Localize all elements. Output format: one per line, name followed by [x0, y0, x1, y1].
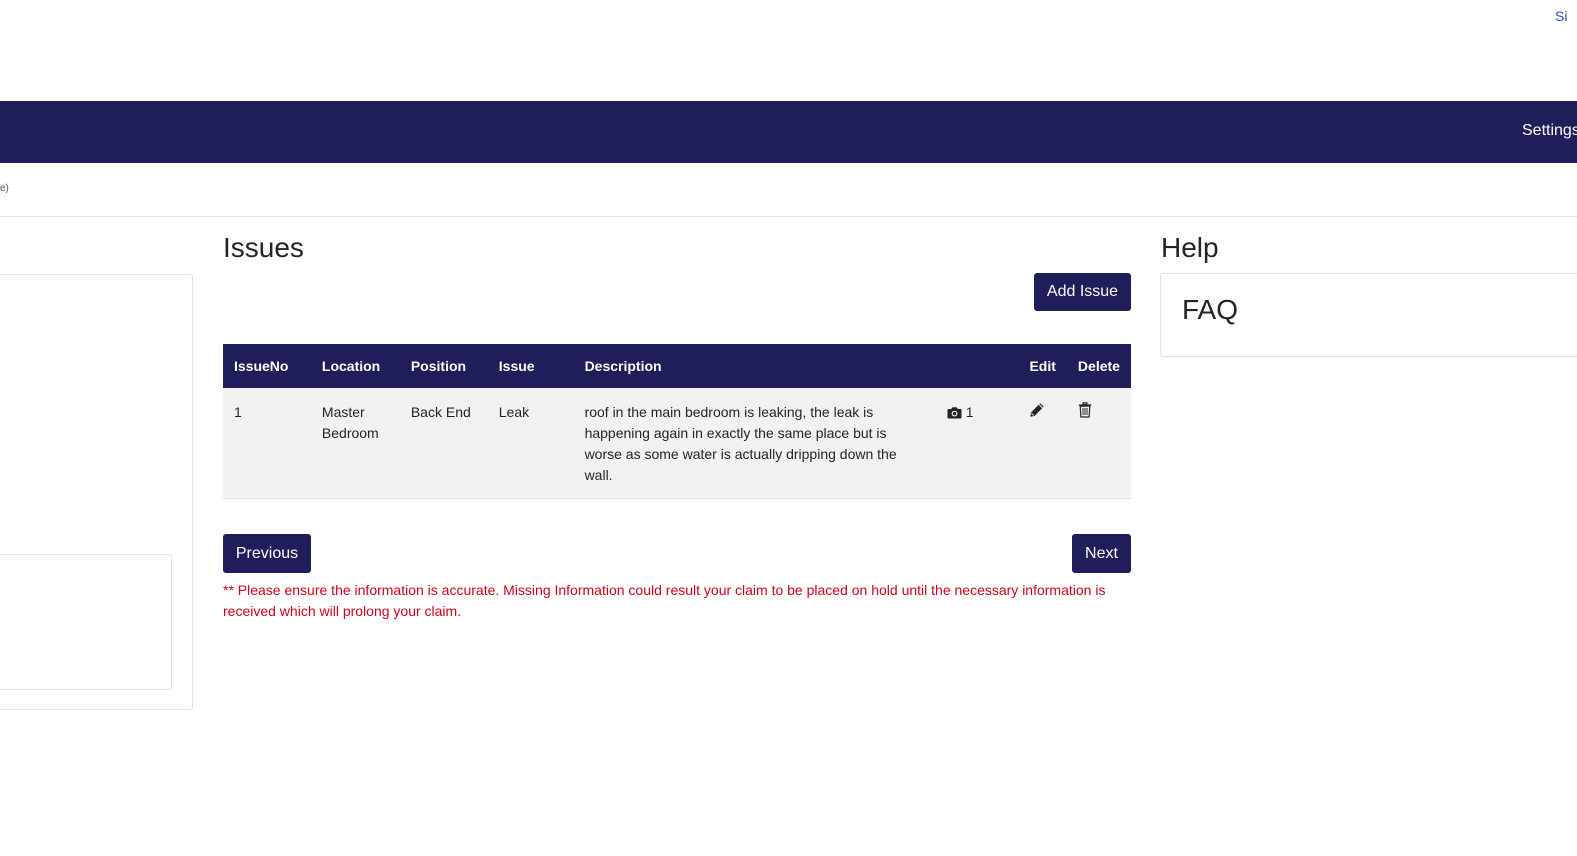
table-row: 1 Master Bedroom Back End Leak roof in t… — [223, 388, 1131, 499]
column-header-delete: Delete — [1077, 358, 1120, 374]
pencil-icon[interactable] — [1029, 402, 1045, 424]
help-panel: FAQ — [1160, 273, 1577, 357]
subheader-text-fragment: e) — [0, 183, 9, 194]
help-heading: Help — [1161, 232, 1219, 263]
issue-type-cell: Leak — [498, 404, 530, 420]
previous-button[interactable]: Previous — [223, 534, 311, 573]
add-issue-button[interactable]: Add Issue — [1034, 273, 1131, 311]
accuracy-notice: ** Please ensure the information is accu… — [223, 582, 1106, 619]
left-inner-box — [0, 554, 172, 690]
issue-delete-cell — [1067, 388, 1131, 499]
column-header-issueno: IssueNo — [234, 358, 289, 374]
next-button[interactable]: Next — [1072, 534, 1131, 573]
nav-settings-link[interactable]: Settings — [1522, 122, 1577, 140]
issue-number-cell: 1 — [234, 404, 242, 420]
column-header-location: Location — [321, 358, 381, 374]
main-navbar: Settings — [0, 101, 1577, 163]
issues-table: IssueNo Location Position Issue Descript… — [223, 344, 1131, 499]
issue-photos-cell[interactable]: 1 — [936, 388, 1019, 499]
top-right-link[interactable]: Si — [1555, 8, 1567, 24]
header-divider — [0, 216, 1577, 217]
column-header-issue: Issue — [498, 358, 535, 374]
issues-heading: Issues — [223, 232, 304, 263]
table-header-row: IssueNo Location Position Issue Descript… — [223, 344, 1131, 388]
faq-heading[interactable]: FAQ — [1182, 294, 1238, 326]
photo-count: 1 — [965, 404, 974, 420]
trash-icon[interactable] — [1078, 402, 1092, 424]
issue-location-cell: Master Bedroom — [321, 404, 379, 441]
column-header-photos — [936, 344, 1019, 388]
issue-edit-cell — [1018, 388, 1066, 499]
issue-description-cell: roof in the main bedroom is leaking, the… — [584, 404, 897, 483]
column-header-position: Position — [410, 358, 467, 374]
issue-position-cell: Back End — [410, 404, 471, 420]
column-header-description: Description — [584, 358, 662, 374]
camera-icon[interactable] — [947, 406, 962, 419]
column-header-edit: Edit — [1029, 358, 1056, 374]
